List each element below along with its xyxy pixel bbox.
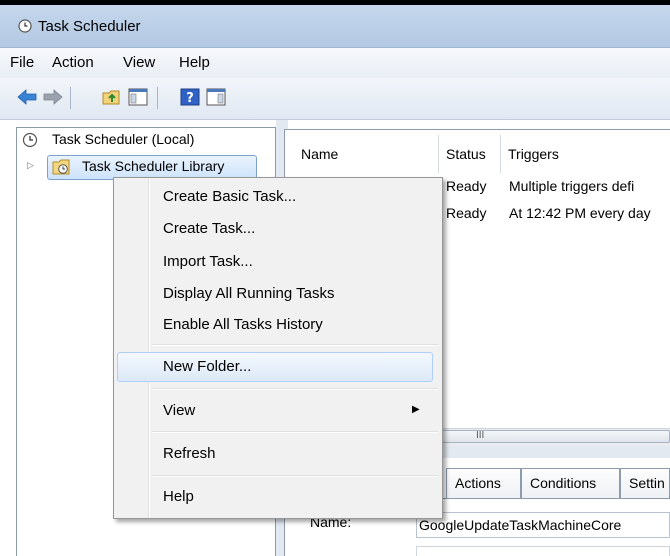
menu-view[interactable]: View: [123, 54, 155, 71]
up-folder-icon[interactable]: [101, 86, 123, 108]
menu-item-enable-all-tasks-history[interactable]: Enable All Tasks History: [163, 316, 323, 333]
svg-text:?: ?: [186, 91, 194, 106]
toolbar-separator: [70, 87, 71, 109]
menu-separator: [152, 344, 438, 346]
menu-item-display-all-running-tasks[interactable]: Display All Running Tasks: [163, 285, 334, 302]
tree-item-task-scheduler-local[interactable]: Task Scheduler (Local): [52, 131, 194, 147]
chevron-right-icon: ▶: [412, 404, 420, 415]
show-hide-action-pane-icon[interactable]: [205, 86, 227, 108]
window-title: Task Scheduler: [38, 18, 141, 35]
menu-item-create-task[interactable]: Create Task...: [163, 220, 255, 237]
menu-gutter: [149, 178, 150, 518]
menubar: File Action View Help: [0, 48, 670, 78]
menu-item-new-folder[interactable]: New Folder...: [163, 358, 251, 375]
menu-file[interactable]: File: [10, 54, 34, 71]
help-icon[interactable]: ?: [179, 86, 201, 108]
tab-actions[interactable]: Actions: [446, 468, 521, 498]
show-hide-tree-icon[interactable]: [127, 86, 149, 108]
menu-item-view[interactable]: View: [163, 402, 195, 419]
forward-arrow-icon[interactable]: [42, 86, 64, 108]
column-header-triggers[interactable]: Triggers: [508, 146, 559, 162]
task-row-2-status[interactable]: Ready: [446, 205, 486, 221]
folder-clock-icon: [52, 159, 70, 175]
detail-field[interactable]: [416, 546, 670, 556]
menu-separator: [152, 388, 438, 390]
menu-item-import-task[interactable]: Import Task...: [163, 253, 253, 270]
tree-expander-icon[interactable]: ▷: [27, 160, 34, 171]
clock-icon: [22, 132, 38, 148]
task-row-1-status[interactable]: Ready: [446, 178, 486, 194]
menu-item-help[interactable]: Help: [163, 488, 194, 505]
column-header-status[interactable]: Status: [446, 146, 486, 162]
menu-separator: [152, 475, 438, 477]
tab-conditions[interactable]: Conditions: [521, 468, 620, 498]
tab-settings[interactable]: Settin: [620, 468, 670, 498]
name-value-field[interactable]: GoogleUpdateTaskMachineCore: [416, 512, 670, 538]
menu-item-refresh[interactable]: Refresh: [163, 445, 216, 462]
menu-help[interactable]: Help: [179, 54, 210, 71]
menu-action[interactable]: Action: [52, 54, 94, 71]
clock-icon: [18, 19, 32, 33]
toolbar: ?: [0, 78, 670, 120]
menu-item-create-basic-task[interactable]: Create Basic Task...: [163, 188, 296, 205]
task-row-1-triggers[interactable]: Multiple triggers defi: [509, 178, 634, 194]
column-header-name[interactable]: Name: [301, 146, 338, 162]
window-top-edge: [0, 0, 670, 5]
toolbar-separator: [157, 87, 158, 109]
column-divider[interactable]: [500, 135, 501, 173]
menu-separator: [152, 431, 438, 433]
column-divider[interactable]: [438, 135, 439, 173]
scrollbar-grip: III: [476, 430, 485, 441]
tree-item-task-scheduler-library[interactable]: Task Scheduler Library: [82, 158, 224, 174]
task-row-2-triggers[interactable]: At 12:42 PM every day: [509, 205, 651, 221]
back-arrow-icon[interactable]: [16, 86, 38, 108]
